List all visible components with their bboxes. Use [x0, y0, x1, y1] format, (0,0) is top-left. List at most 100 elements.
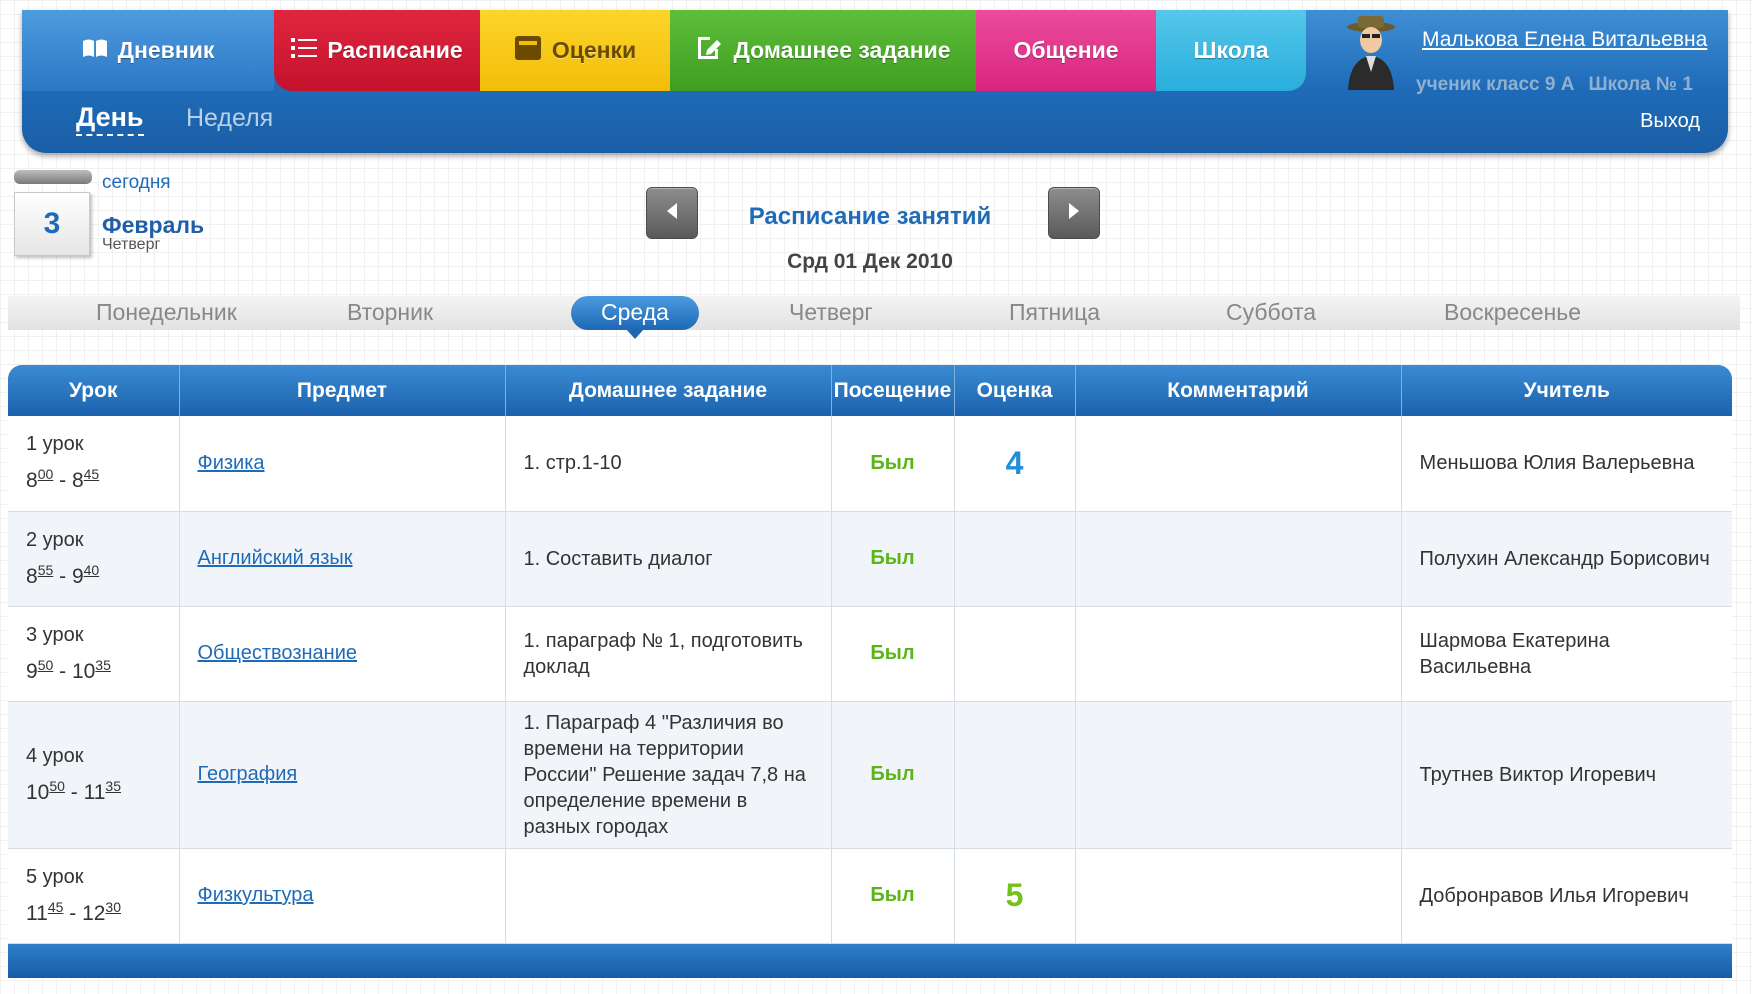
tab-communication[interactable]: Общение — [976, 10, 1156, 91]
subject-cell: Английский язык — [179, 511, 506, 607]
day-tab-thursday[interactable]: Четверг — [789, 299, 873, 326]
user-class: ученик класс 9 А — [1416, 74, 1575, 95]
tab-homework-label: Домашнее задание — [733, 37, 951, 63]
lesson-time: 855 - 940 — [26, 561, 100, 588]
grade-cell — [954, 606, 1076, 702]
homework-cell: 1. стр.1-10 — [505, 416, 832, 512]
user-meta: ученик класс 9 А Школа № 1 — [1416, 74, 1693, 96]
day-tab-sunday[interactable]: Воскресенье — [1444, 299, 1581, 326]
subject-cell: Обществознание — [179, 606, 506, 702]
avatar[interactable] — [1340, 14, 1402, 90]
edit-icon — [695, 34, 723, 68]
table-row: 3 урок 950 - 1035 Обществознание 1. пара… — [8, 606, 1732, 702]
column-header-grade: Оценка — [954, 365, 1076, 416]
tab-schedule[interactable]: Расписание — [274, 10, 480, 91]
lesson-cell: 2 урок 855 - 940 — [8, 511, 180, 607]
column-header-teacher: Учитель — [1401, 365, 1732, 416]
logout-link[interactable]: Выход — [1640, 110, 1700, 133]
tab-grades-label: Оценки — [551, 37, 637, 63]
weekday-bar: Понедельник Вторник Среда Четверг Пятниц… — [8, 296, 1740, 339]
table-row: 4 урок 1050 - 1135 География 1. Параграф… — [8, 701, 1732, 849]
lesson-cell: 3 урок 950 - 1035 — [8, 606, 180, 702]
day-tab-wednesday[interactable]: Среда — [571, 296, 699, 339]
table-header-row: Урок Предмет Домашнее задание Посещение … — [8, 365, 1732, 416]
lesson-number: 1 урок — [26, 433, 84, 456]
comment-cell — [1075, 606, 1402, 702]
top-navigation: Дневник Расписание Оценки Домашнее задан… — [22, 10, 1728, 153]
comment-cell — [1075, 511, 1402, 607]
lesson-number: 3 урок — [26, 623, 84, 646]
calendar-icon[interactable]: 3 — [14, 170, 92, 258]
table-row: 1 урок 800 - 845 Физика 1. стр.1-10 Был … — [8, 416, 1732, 512]
tab-diary-label: Дневник — [117, 37, 215, 63]
chevron-right-icon — [1066, 201, 1082, 226]
homework-cell — [505, 848, 832, 944]
grade-cell: 4 — [954, 416, 1076, 512]
table-row: 2 урок 855 - 940 Английский язык 1. Сост… — [8, 511, 1732, 607]
next-date-button[interactable] — [1048, 187, 1100, 239]
today-link[interactable]: сегодня — [102, 172, 171, 194]
teacher-cell: Полухин Александр Борисович — [1401, 511, 1732, 607]
subnav-day[interactable]: День — [76, 102, 144, 136]
teacher-cell: Шармова Екатерина Васильевна — [1401, 606, 1732, 702]
today-weekday: Четверг — [102, 236, 161, 253]
homework-cell: 1. Составить диалог — [505, 511, 832, 607]
schedule-title: Расписание занятий — [748, 203, 992, 230]
grade-cell — [954, 701, 1076, 849]
day-tab-monday[interactable]: Понедельник — [96, 299, 237, 326]
schedule-table: Урок Предмет Домашнее задание Посещение … — [8, 365, 1732, 978]
lesson-time: 950 - 1035 — [26, 656, 111, 683]
user-school: Школа № 1 — [1588, 74, 1693, 95]
lesson-cell: 1 урок 800 - 845 — [8, 416, 180, 512]
lesson-time: 1145 - 1230 — [26, 898, 121, 925]
calendar-ring — [14, 170, 92, 184]
attendance-cell: Был — [831, 511, 955, 607]
subject-cell: География — [179, 701, 506, 849]
column-header-comment: Комментарий — [1075, 365, 1402, 416]
homework-text: 1. Параграф 4 "Различия во времени на те… — [523, 711, 806, 838]
schedule-date: Срд 01 Дек 2010 — [787, 250, 953, 273]
subject-link[interactable]: Английский язык — [198, 547, 353, 569]
column-header-subject: Предмет — [179, 365, 506, 416]
user-name-link[interactable]: Малькова Елена Витальевна — [1422, 28, 1707, 52]
today-month: Февраль — [102, 212, 205, 238]
subject-link[interactable]: Физика — [198, 452, 265, 474]
homework-text: 1. Составить диалог — [523, 547, 713, 570]
tab-diary[interactable]: Дневник — [22, 10, 274, 91]
tab-homework[interactable]: Домашнее задание — [670, 10, 976, 91]
subnav-week[interactable]: Неделя — [186, 104, 273, 133]
subject-cell: Физика — [179, 416, 506, 512]
subject-link[interactable]: География — [198, 763, 298, 785]
lesson-cell: 4 урок 1050 - 1135 — [8, 701, 180, 849]
subject-link[interactable]: Физкультура — [198, 884, 314, 906]
attendance-cell: Был — [831, 606, 955, 702]
day-tab-friday[interactable]: Пятница — [1009, 299, 1100, 326]
comment-cell — [1075, 701, 1402, 849]
grade-cell — [954, 511, 1076, 607]
homework-text: 1. стр.1-10 — [523, 452, 622, 475]
subject-link[interactable]: Обществознание — [198, 642, 358, 664]
lesson-number: 2 урок — [26, 528, 84, 551]
lesson-time: 800 - 845 — [26, 466, 100, 493]
homework-cell: 1. параграф № 1, подготовить доклад — [505, 606, 832, 702]
attendance-cell: Был — [831, 416, 955, 512]
tab-communication-label: Общение — [1013, 37, 1119, 63]
day-tab-saturday[interactable]: Суббота — [1226, 299, 1316, 326]
table-footer-bar — [8, 943, 1732, 978]
column-header-homework: Домашнее задание — [505, 365, 832, 416]
lesson-time: 1050 - 1135 — [26, 777, 121, 804]
day-tab-tuesday[interactable]: Вторник — [347, 299, 433, 326]
tab-school[interactable]: Школа — [1156, 10, 1306, 91]
lesson-number: 5 урок — [26, 865, 84, 888]
column-header-attendance: Посещение — [831, 365, 955, 416]
homework-text: 1. параграф № 1, подготовить доклад — [523, 629, 803, 678]
subject-cell: Физкультура — [179, 848, 506, 944]
tab-schedule-label: Расписание — [327, 37, 463, 63]
teacher-cell: Трутнев Виктор Игоревич — [1401, 701, 1732, 849]
teacher-cell: Меньшова Юлия Валерьевна — [1401, 416, 1732, 512]
grade-cell: 5 — [954, 848, 1076, 944]
list-icon — [291, 36, 318, 66]
calendar-day: 3 — [14, 192, 90, 256]
gradebook-icon — [514, 35, 542, 67]
tab-grades[interactable]: Оценки — [480, 10, 670, 91]
